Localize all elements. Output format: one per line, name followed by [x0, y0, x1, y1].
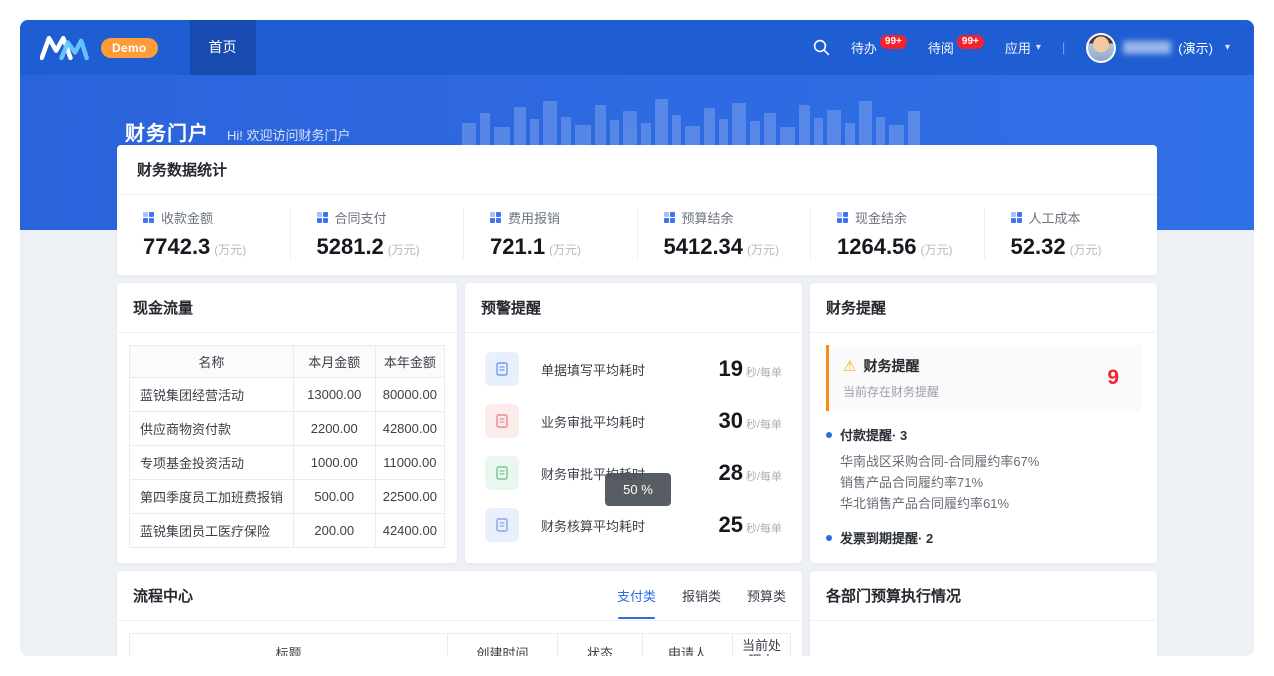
todo-count-badge: 99+: [880, 35, 907, 49]
user-name-redacted: [1123, 41, 1171, 54]
nav-tab-home[interactable]: 首页: [190, 20, 256, 75]
table-row[interactable]: 第四季度员工加班费报销 500.00 22500.00: [130, 480, 445, 514]
stats-card-title: 财务数据统计: [137, 159, 227, 180]
brand-area: Demo: [40, 35, 158, 61]
grid-icon: [664, 212, 675, 223]
page-title: 财务门户: [125, 117, 209, 146]
document-icon: [485, 456, 519, 490]
warning-card-title: 预警提醒: [481, 297, 541, 318]
grid-icon: [143, 212, 154, 223]
navbar-right: 待办 99+ 待阅 99+ 应用 ▾ | (演示) ▾: [813, 33, 1230, 63]
alert-title-text: 财务提醒: [863, 356, 919, 376]
bullet-dot-icon: [826, 535, 832, 541]
stat-receipts: 收款金额 7742.3(万元): [117, 208, 290, 260]
warning-triangle-icon: ⚠: [843, 357, 856, 375]
todo-menu[interactable]: 待办 99+: [851, 38, 907, 57]
table-row[interactable]: 专项基金投资活动 1000.00 11000.00: [130, 446, 445, 480]
table-row[interactable]: 蓝锐集团员工医疗保险 200.00 42400.00: [130, 514, 445, 548]
stat-cash-balance: 现金结余 1264.56(万元): [810, 208, 984, 260]
process-table: 标题 创建时间 状态 申请人 当前处理人: [129, 633, 791, 656]
invoice-reminder-group: 发票到期提醒· 2: [826, 528, 1141, 547]
apps-label: 应用: [1005, 38, 1031, 57]
stat-value: 7742.3(万元): [143, 234, 290, 260]
metric-value: 30秒/每单: [718, 408, 788, 434]
navbar-divider: |: [1062, 40, 1065, 55]
reminder-item: 华南战区采购合同-合同履约率67%: [840, 451, 1141, 472]
finance-alert-banner: ⚠ 财务提醒 当前存在财务提醒 9: [826, 345, 1141, 411]
todo-label: 待办: [851, 38, 877, 57]
table-header-row: 标题 创建时间 状态 申请人 当前处理人: [130, 634, 791, 657]
user-mode-label: (演示): [1178, 38, 1213, 57]
stat-value: 5412.34(万元): [664, 234, 811, 260]
document-icon: [485, 352, 519, 386]
list-item: 单据填写平均耗时 19秒/每单: [485, 343, 788, 395]
grid-icon: [837, 212, 848, 223]
tab-budget[interactable]: 预算类: [747, 586, 786, 605]
tab-payment[interactable]: 支付类: [617, 586, 656, 605]
top-navbar: Demo 首页 待办 99+ 待阅 99+ 应用 ▾ |: [20, 20, 1254, 75]
cash-flow-title: 现金流量: [133, 297, 193, 318]
city-skyline-graphic: [462, 93, 922, 151]
stat-value: 721.1(万元): [490, 234, 637, 260]
user-menu[interactable]: (演示) ▾: [1086, 33, 1230, 63]
process-card-title: 流程中心: [133, 585, 193, 606]
reminder-item: 销售产品合同履约率71%: [840, 472, 1141, 493]
budget-card-title: 各部门预算执行情况: [826, 585, 961, 606]
list-item: 业务审批平均耗时 30秒/每单: [485, 395, 788, 447]
table-header-row: 名称 本月金额 本年金额: [130, 346, 445, 378]
reminder-item: 华北销售产品合同履约率61%: [840, 493, 1141, 514]
cash-flow-card: 现金流量 名称 本月金额 本年金额 蓝锐集团经营活动 13000.00 8000…: [117, 283, 457, 563]
demo-badge: Demo: [101, 38, 158, 58]
warning-reminder-card: 预警提醒 单据填写平均耗时 19秒/每单 业务审批平均耗时: [465, 283, 802, 563]
toread-menu[interactable]: 待阅 99+: [928, 38, 984, 57]
warning-list: 单据填写平均耗时 19秒/每单 业务审批平均耗时 30秒/每单: [465, 333, 802, 551]
cash-flow-table: 名称 本月金额 本年金额 蓝锐集团经营活动 13000.00 80000.00 …: [129, 345, 445, 548]
chevron-down-icon: ▾: [1225, 42, 1230, 53]
avatar[interactable]: [1086, 33, 1116, 63]
grid-icon: [1011, 212, 1022, 223]
grid-icon: [317, 212, 328, 223]
alert-count: 9: [1107, 366, 1119, 390]
stat-expense: 费用报销 721.1(万元): [463, 208, 637, 260]
search-icon[interactable]: [813, 39, 830, 56]
chevron-down-icon: ▾: [1036, 42, 1041, 53]
document-icon: [485, 404, 519, 438]
stat-budget-balance: 预算结余 5412.34(万元): [637, 208, 811, 260]
apps-menu[interactable]: 应用 ▾: [1005, 38, 1041, 57]
stat-value: 1264.56(万元): [837, 234, 984, 260]
alert-subtitle: 当前存在财务提醒: [843, 383, 1127, 400]
duration-tooltip: 50 %: [605, 473, 671, 506]
toread-label: 待阅: [928, 38, 954, 57]
stat-value: 52.32(万元): [1011, 234, 1158, 260]
stats-row: 收款金额 7742.3(万元) 合同支付 5281.2(万元) 费用报销 721…: [117, 195, 1157, 275]
stat-value: 5281.2(万元): [317, 234, 464, 260]
app-logo-icon: [40, 35, 92, 61]
metric-value: 28秒/每单: [718, 460, 788, 486]
group-label: 付款提醒· 3: [840, 425, 907, 444]
metric-value: 19秒/每单: [718, 356, 788, 382]
finance-stats-card: 财务数据统计 收款金额 7742.3(万元) 合同支付 5281.2(万元) 费…: [117, 145, 1157, 275]
budget-illustration: [899, 645, 1069, 656]
budget-execution-card: 各部门预算执行情况: [810, 571, 1157, 656]
payment-reminder-group: 付款提醒· 3 华南战区采购合同-合同履约率67% 销售产品合同履约率71% 华…: [826, 425, 1141, 514]
process-center-card: 流程中心 支付类 报销类 预算类 标题 创建时间 状态 申请人 当前处理人: [117, 571, 802, 656]
bullet-dot-icon: [826, 432, 832, 438]
tab-expense[interactable]: 报销类: [682, 586, 721, 605]
metric-value: 25秒/每单: [718, 512, 788, 538]
table-row[interactable]: 蓝锐集团经营活动 13000.00 80000.00: [130, 378, 445, 412]
stat-contract-pay: 合同支付 5281.2(万元): [290, 208, 464, 260]
toread-count-badge: 99+: [957, 35, 984, 49]
grid-icon: [490, 212, 501, 223]
reminder-card-title: 财务提醒: [826, 297, 886, 318]
process-tabs: 支付类 报销类 预算类: [617, 586, 786, 605]
portal-window: Demo 首页 待办 99+ 待阅 99+ 应用 ▾ |: [20, 20, 1254, 656]
document-icon: [485, 508, 519, 542]
finance-reminder-card: 财务提醒 ⚠ 财务提醒 当前存在财务提醒 9 付款提醒· 3: [810, 283, 1157, 563]
hero-greeting: Hi! 欢迎访问财务门户: [227, 125, 351, 144]
dashboard-content: 财务数据统计 收款金额 7742.3(万元) 合同支付 5281.2(万元) 费…: [117, 145, 1157, 656]
table-row[interactable]: 供应商物资付款 2200.00 42800.00: [130, 412, 445, 446]
list-item: 财务核算平均耗时 25秒/每单: [485, 499, 788, 551]
group-label: 发票到期提醒· 2: [840, 528, 933, 547]
stat-labor-cost: 人工成本 52.32(万元): [984, 208, 1158, 260]
